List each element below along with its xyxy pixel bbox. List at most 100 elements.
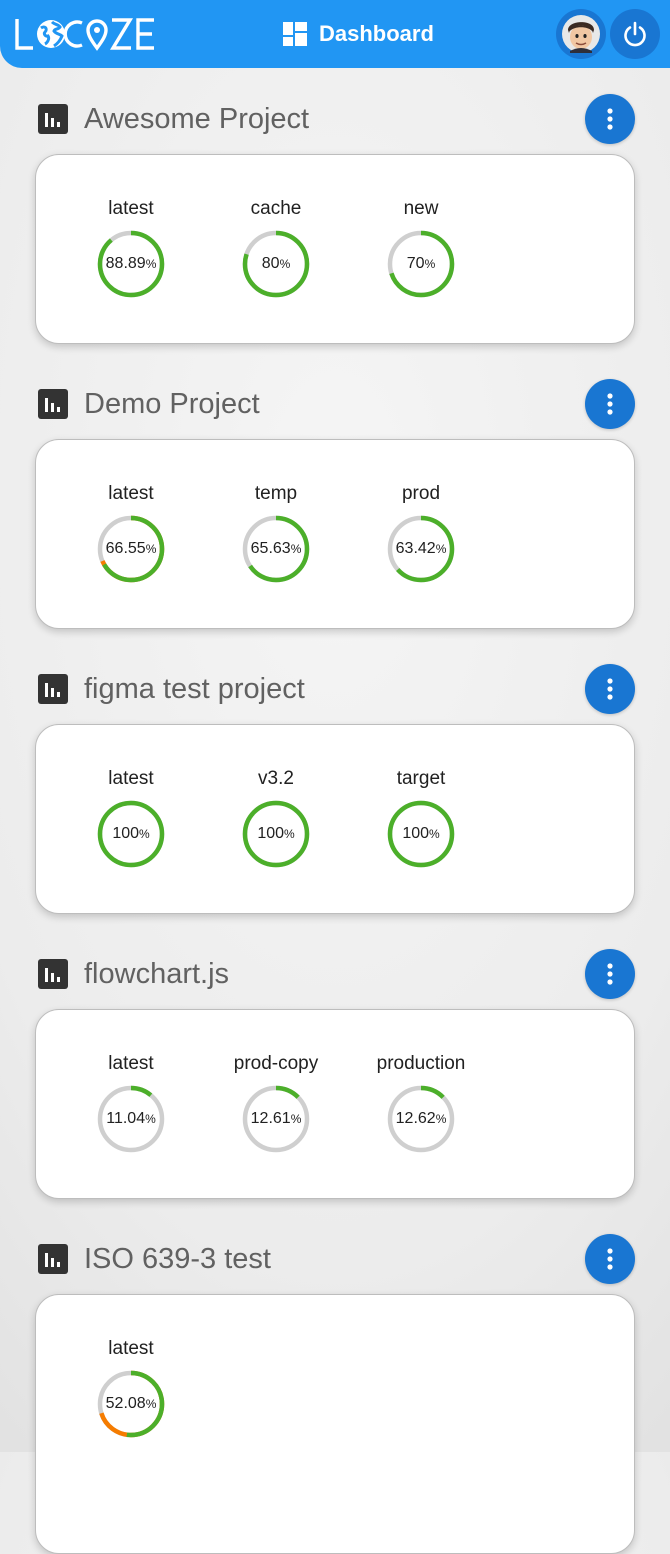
project-card: latest 66.55% temp 65.63% prod 63.42 % — [35, 439, 635, 629]
percent-sign: % — [145, 542, 157, 556]
project-title[interactable]: ISO 639-3 test — [84, 1243, 271, 1276]
progress-ring: 100% — [386, 799, 456, 869]
dashboard-icon — [283, 22, 307, 46]
bar-chart-icon — [38, 674, 68, 704]
progress-percent: 12.62% — [386, 1084, 456, 1154]
percent-sign: % — [435, 1112, 447, 1126]
progress-percent: 70% — [386, 229, 456, 299]
version-name: latest — [108, 483, 154, 504]
progress-percent-value: 63.42 — [395, 540, 436, 557]
progress-percent: 66.55% — [96, 514, 166, 584]
project-menu-button[interactable] — [585, 1234, 635, 1284]
locize-logo[interactable] — [14, 14, 156, 54]
version-name: new — [403, 198, 439, 219]
progress-percent-value: 70 — [406, 255, 425, 272]
version-item[interactable]: temp 65.63% — [216, 482, 336, 584]
percent-sign: % — [435, 542, 447, 556]
project-title[interactable]: flowchart.js — [84, 958, 229, 991]
project-title[interactable]: figma test project — [84, 673, 305, 706]
version-item[interactable]: target 100% — [361, 767, 481, 869]
progress-ring: 100% — [96, 799, 166, 869]
dashboard-nav-link[interactable]: Dashboard — [283, 20, 434, 48]
progress-percent: 12.61% — [241, 1084, 311, 1154]
progress-percent: 80% — [241, 229, 311, 299]
progress-percent: 100% — [96, 799, 166, 869]
percent-sign: % — [429, 827, 440, 841]
project-header: flowchart.js — [38, 949, 229, 999]
progress-percent: 65.63% — [241, 514, 311, 584]
progress-ring: 65.63% — [241, 514, 311, 584]
progress-ring: 70% — [386, 229, 456, 299]
project-menu-button[interactable] — [585, 949, 635, 999]
project-card: latest 52.08% — [35, 1294, 635, 1554]
progress-percent: 100% — [386, 799, 456, 869]
bar-chart-icon — [38, 959, 68, 989]
more-vert-icon — [607, 963, 613, 985]
percent-sign: % — [284, 827, 295, 841]
percent-sign: % — [290, 542, 302, 556]
locize-logo-mark — [15, 18, 154, 51]
progress-percent-value: 52.08 — [105, 1395, 146, 1412]
bar-chart-icon — [38, 104, 68, 134]
progress-percent-value: 12.62 — [395, 1110, 436, 1127]
progress-ring: 88.89% — [96, 229, 166, 299]
version-name: latest — [108, 1053, 154, 1074]
more-vert-icon — [607, 1248, 613, 1270]
progress-percent-value: 12.61 — [250, 1110, 291, 1127]
more-vert-icon — [607, 678, 613, 700]
version-item[interactable]: prod-copy 12.61% — [216, 1052, 336, 1154]
version-item[interactable]: new 70% — [361, 197, 481, 299]
progress-percent-value: 11.04 — [106, 1110, 146, 1127]
project-menu-button[interactable] — [585, 94, 635, 144]
version-item[interactable]: production 12.62% — [361, 1052, 481, 1154]
project-header: figma test project — [38, 664, 305, 714]
user-avatar-button[interactable] — [556, 9, 606, 59]
version-item[interactable]: latest 88.89% — [71, 197, 191, 299]
version-item[interactable]: latest 66.55% — [71, 482, 191, 584]
version-item[interactable]: v3.2 100% — [216, 767, 336, 869]
progress-ring: 80% — [241, 229, 311, 299]
progress-percent: 100% — [241, 799, 311, 869]
logout-button[interactable] — [610, 9, 660, 59]
progress-percent: 11.04% — [96, 1084, 166, 1154]
version-name: target — [396, 768, 446, 789]
version-name: cache — [250, 198, 302, 219]
version-item[interactable]: latest 52.08% — [71, 1337, 191, 1439]
version-name: latest — [108, 1338, 154, 1359]
avatar-icon — [562, 15, 600, 53]
progress-ring: 63.42% — [386, 514, 456, 584]
version-item[interactable]: latest 100% — [71, 767, 191, 869]
progress-ring: 52.08% — [96, 1369, 166, 1439]
project-menu-button[interactable] — [585, 379, 635, 429]
version-item[interactable]: cache 80% — [216, 197, 336, 299]
progress-percent-value: 80 — [261, 255, 280, 272]
progress-ring: 12.62% — [386, 1084, 456, 1154]
version-item[interactable]: latest 11.04% — [71, 1052, 191, 1154]
project-title[interactable]: Demo Project — [84, 388, 260, 421]
bar-chart-icon — [38, 1244, 68, 1274]
project-header: Awesome Project — [38, 94, 309, 144]
top-app-bar: Dashboard — [0, 0, 670, 68]
project-menu-button[interactable] — [585, 664, 635, 714]
project-card: latest 100% v3.2 100% target 100 % — [35, 724, 635, 914]
version-name: latest — [108, 198, 154, 219]
version-item[interactable]: prod 63.42% — [361, 482, 481, 584]
more-vert-icon — [607, 393, 613, 415]
version-name: latest — [108, 768, 154, 789]
progress-ring: 66.55% — [96, 514, 166, 584]
percent-sign: % — [145, 257, 157, 271]
version-name: prod — [401, 483, 441, 504]
progress-percent: 88.89% — [96, 229, 166, 299]
progress-percent-value: 66.55 — [105, 540, 146, 557]
percent-sign: % — [139, 827, 150, 841]
progress-percent-value: 100 — [257, 825, 285, 842]
version-name: temp — [254, 483, 298, 504]
project-title[interactable]: Awesome Project — [84, 103, 309, 136]
progress-ring: 11.04% — [96, 1084, 166, 1154]
project-header: Demo Project — [38, 379, 260, 429]
power-icon — [624, 21, 646, 47]
version-name: prod-copy — [233, 1053, 319, 1074]
progress-percent-value: 65.63 — [250, 540, 291, 557]
percent-sign: % — [424, 257, 436, 271]
project-card: latest 88.89% cache 80% new 70 % — [35, 154, 635, 344]
